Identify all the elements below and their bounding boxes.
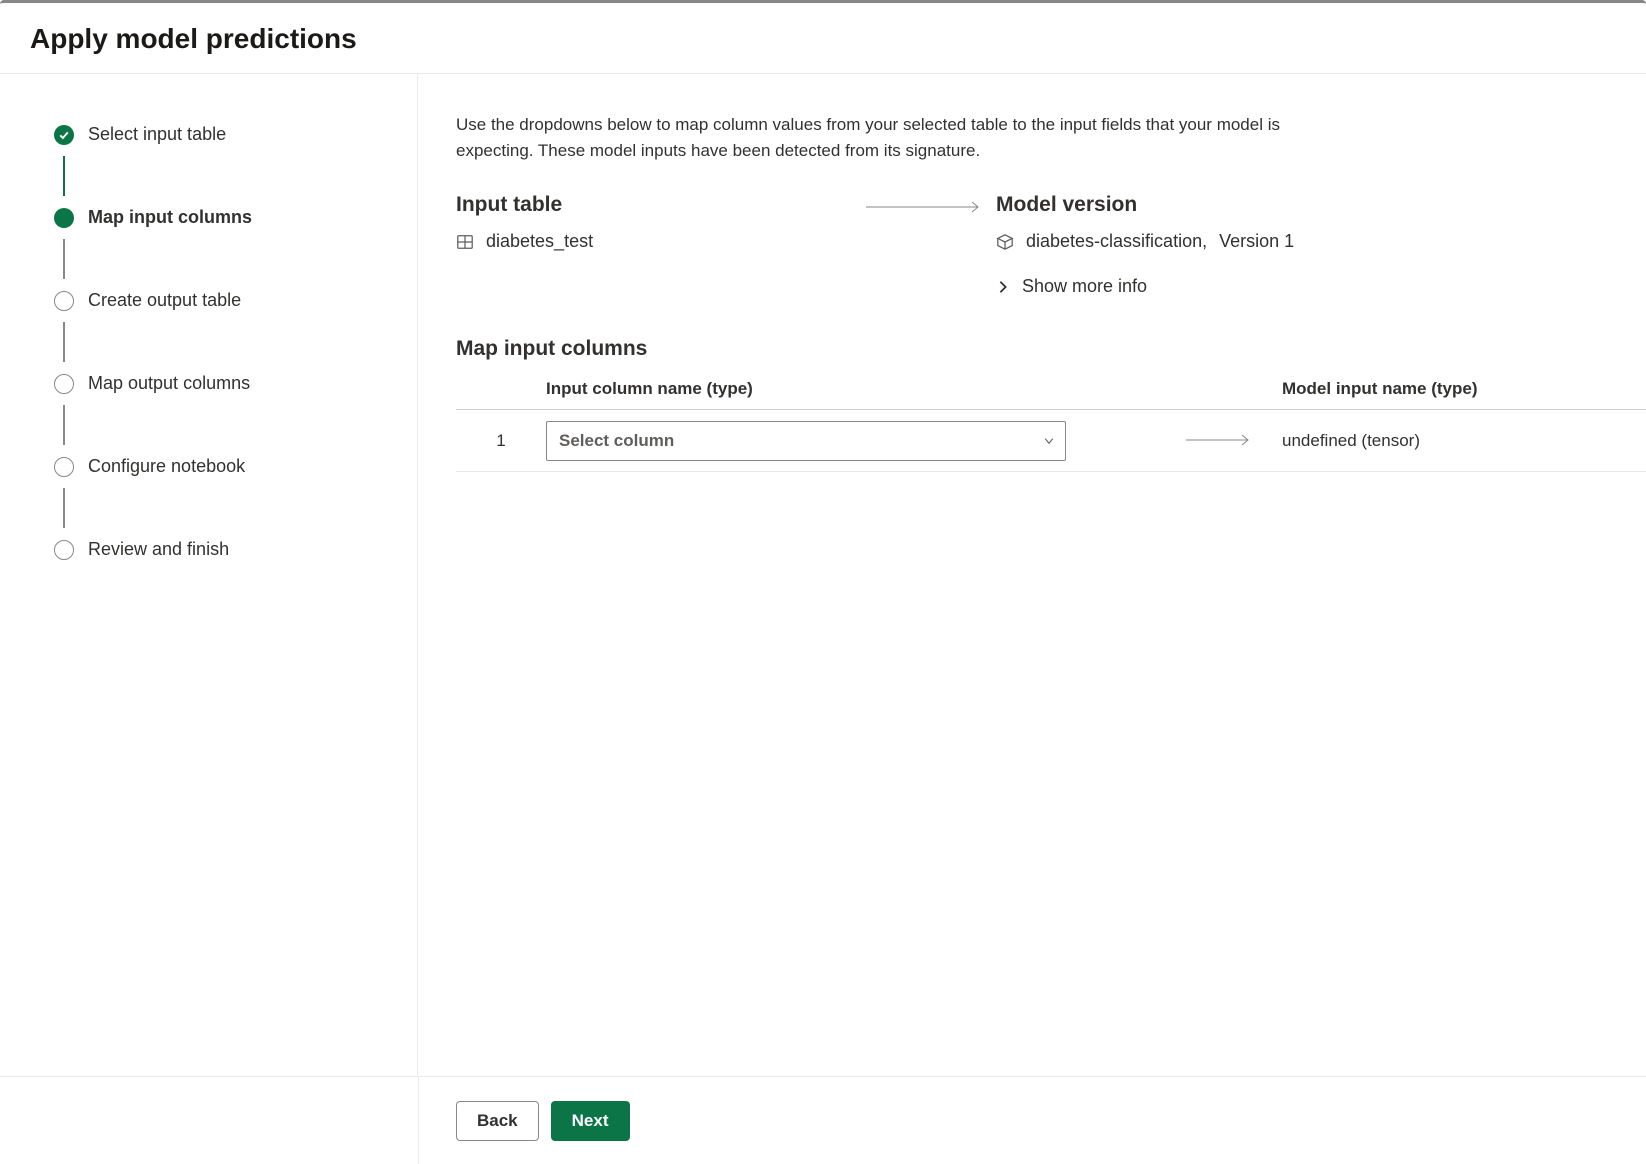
apply-model-predictions-dialog: Apply model predictions Select input tab… — [0, 0, 1646, 1164]
step-select-input-table[interactable]: Select input table — [54, 124, 387, 145]
content-area: Use the dropdowns below to map column va… — [418, 74, 1646, 1075]
step-configure-notebook[interactable]: Configure notebook — [54, 456, 387, 477]
chevron-right-icon — [996, 280, 1010, 294]
select-column-dropdown[interactable]: Select column — [546, 421, 1066, 461]
table-icon — [456, 233, 474, 251]
model-version-value: diabetes-classification, Version 1 — [996, 231, 1646, 252]
chevron-down-icon — [1043, 435, 1055, 447]
arrow-between — [856, 201, 996, 213]
pending-step-icon — [54, 291, 74, 311]
map-input-columns-table: Input column name (type) Model input nam… — [456, 379, 1646, 472]
table-header-row: Input column name (type) Model input nam… — [456, 379, 1646, 410]
col-header-model: Model input name (type) — [1282, 379, 1646, 399]
check-icon — [54, 125, 74, 145]
col-header-input: Input column name (type) — [546, 379, 1186, 399]
pending-step-icon — [54, 457, 74, 477]
input-table-name: diabetes_test — [486, 231, 593, 252]
stepper: Select input table Map input columns Cre… — [0, 74, 418, 1075]
input-table-block: Input table diabetes_test — [456, 193, 856, 252]
back-button[interactable]: Back — [456, 1101, 539, 1141]
arrow-right-icon — [866, 201, 986, 213]
show-more-info-toggle[interactable]: Show more info — [996, 276, 1646, 297]
arrow-right-icon — [1186, 434, 1256, 446]
model-name: diabetes-classification, — [1026, 231, 1207, 252]
summary-row: Input table diabetes_test — [456, 193, 1646, 297]
pending-step-icon — [54, 374, 74, 394]
model-input-name: undefined (tensor) — [1282, 431, 1646, 451]
map-input-columns-heading: Map input columns — [456, 337, 1646, 361]
table-row: 1 Select column — [456, 410, 1646, 472]
step-create-output-table[interactable]: Create output table — [54, 290, 387, 311]
step-connector — [54, 145, 387, 207]
select-placeholder: Select column — [559, 431, 674, 451]
step-map-input-columns[interactable]: Map input columns — [54, 207, 387, 228]
step-label: Review and finish — [88, 539, 229, 560]
model-version-heading: Model version — [996, 193, 1646, 217]
step-map-output-columns[interactable]: Map output columns — [54, 373, 387, 394]
footer-divider — [418, 1077, 419, 1164]
step-label: Select input table — [88, 124, 226, 145]
step-connector — [54, 394, 387, 456]
row-index: 1 — [456, 431, 546, 451]
step-connector — [54, 228, 387, 290]
model-version-block: Model version diabetes-classification, V… — [996, 193, 1646, 297]
step-label: Map output columns — [88, 373, 250, 394]
show-more-label: Show more info — [1022, 276, 1147, 297]
input-table-heading: Input table — [456, 193, 856, 217]
current-step-icon — [54, 208, 74, 228]
step-label: Create output table — [88, 290, 241, 311]
description-text: Use the dropdowns below to map column va… — [456, 112, 1336, 163]
step-connector — [54, 311, 387, 373]
next-button[interactable]: Next — [551, 1101, 630, 1141]
step-label: Configure notebook — [88, 456, 245, 477]
row-input-cell: Select column — [546, 421, 1186, 461]
row-arrow-cell — [1186, 433, 1282, 449]
dialog-header: Apply model predictions — [0, 3, 1646, 74]
model-version-num: Version 1 — [1219, 231, 1294, 252]
input-table-value: diabetes_test — [456, 231, 856, 252]
step-connector — [54, 477, 387, 539]
dialog-title: Apply model predictions — [30, 23, 1616, 55]
dialog-footer: Back Next — [0, 1076, 1646, 1164]
dialog-body: Select input table Map input columns Cre… — [0, 74, 1646, 1075]
step-review-and-finish[interactable]: Review and finish — [54, 539, 387, 560]
step-label: Map input columns — [88, 207, 252, 228]
pending-step-icon — [54, 540, 74, 560]
cube-icon — [996, 233, 1014, 251]
